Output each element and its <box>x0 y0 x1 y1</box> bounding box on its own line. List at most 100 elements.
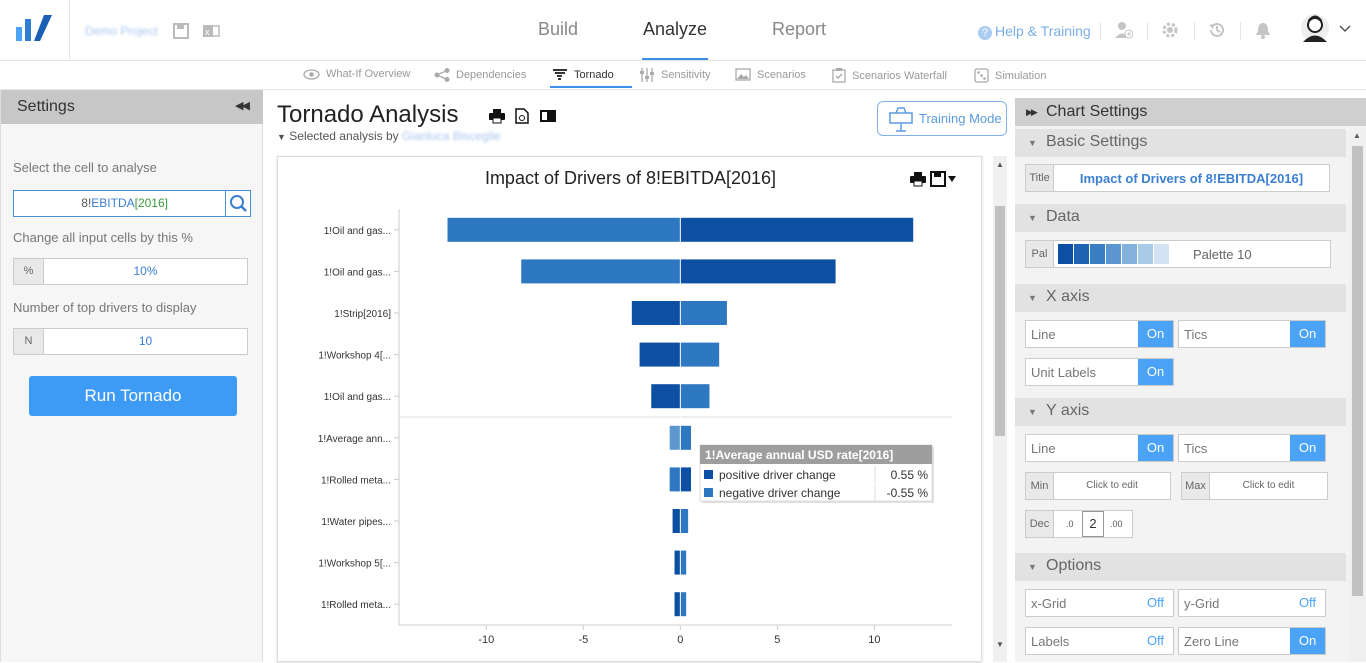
excel-icon[interactable]: x <box>202 22 220 40</box>
section-basic-settings[interactable]: ▼ Basic Settings <box>1015 129 1346 157</box>
subnav-what-if-overview[interactable]: What-If Overview <box>303 68 410 80</box>
nav-analyze[interactable]: Analyze <box>643 19 707 40</box>
nav-report[interactable]: Report <box>772 19 826 40</box>
toggle-value[interactable]: On <box>1138 321 1173 347</box>
settings-panel: Settings ◀◀ Select the cell to analyse 8… <box>0 90 263 662</box>
settings-scroll-thumb[interactable] <box>1352 146 1363 596</box>
labels-toggle[interactable]: Labels Off <box>1025 627 1174 655</box>
expand-icon[interactable]: ▶▶ <box>1026 107 1038 118</box>
tooltip-row-label: positive driver change <box>719 468 836 482</box>
palette-swatch <box>1106 244 1121 264</box>
palette-swatch <box>1138 244 1153 264</box>
drivers-count-field[interactable]: N 10 <box>13 328 248 355</box>
print-icon[interactable] <box>489 109 505 124</box>
subnav-label: Dependencies <box>456 69 527 81</box>
presentation-icon <box>889 107 913 132</box>
chevron-down-icon[interactable] <box>1339 25 1351 33</box>
run-tornado-button[interactable]: Run Tornado <box>29 376 237 416</box>
search-button[interactable] <box>225 190 251 217</box>
toggle-value[interactable]: On <box>1290 628 1325 654</box>
section-options[interactable]: ▼ Options <box>1015 553 1346 581</box>
chart-save-menu-icon[interactable] <box>930 171 956 187</box>
increase-decimals-button[interactable]: .00 <box>1110 519 1123 529</box>
project-name[interactable]: Demo Project <box>85 24 158 38</box>
export-doc-icon[interactable] <box>515 108 529 124</box>
y-min-field[interactable]: Min Click to edit <box>1025 472 1171 500</box>
training-mode-button[interactable]: Training Mode <box>877 101 1007 136</box>
y-grid-toggle[interactable]: y-Grid Off <box>1178 589 1326 617</box>
subnav-tornado[interactable]: Tornado <box>552 68 614 82</box>
subnav-scenarios-waterfall[interactable]: Scenarios Waterfall <box>832 68 947 83</box>
bar-positive <box>674 592 681 617</box>
decrease-decimals-button[interactable]: .0 <box>1066 519 1074 529</box>
settings-scrollbar[interactable]: ▲ <box>1349 128 1366 662</box>
subnav-simulation[interactable]: Simulation <box>974 68 1046 83</box>
section-data[interactable]: ▼ Data <box>1015 204 1346 232</box>
x-tick-label: 10 <box>868 634 880 646</box>
section-x-axis[interactable]: ▼ X axis <box>1015 284 1346 312</box>
subnav-label: Scenarios Waterfall <box>852 69 947 82</box>
y-line-toggle[interactable]: Line On <box>1025 434 1174 462</box>
tornado-icon <box>553 69 567 80</box>
x-line-toggle[interactable]: Line On <box>1025 320 1174 348</box>
field-value: 10 <box>138 334 153 348</box>
bar-negative <box>521 259 681 284</box>
toggle-value[interactable]: On <box>1290 321 1325 347</box>
y-max-field[interactable]: Max Click to edit <box>1181 472 1328 500</box>
toggle-value[interactable]: On <box>1138 435 1173 461</box>
selected-analysis-by[interactable]: ▼ Selected analysis by Gianluca Biscegli… <box>277 129 501 143</box>
y-tick-label: 1!Rolled meta... <box>321 600 391 611</box>
subnav-label: Scenarios <box>757 68 806 81</box>
decimals-stepper[interactable]: Dec .0 2 .00 <box>1025 510 1133 538</box>
center-scroll-thumb[interactable] <box>995 206 1005 436</box>
avatar[interactable] <box>1300 13 1330 43</box>
help-label: Help & Training <box>995 23 1091 39</box>
palette-select[interactable]: Pal Palette 10 <box>1025 240 1331 268</box>
decimals-value[interactable]: 2 <box>1082 511 1104 537</box>
section-y-axis[interactable]: ▼ Y axis <box>1015 398 1346 426</box>
subnav-active-indicator <box>550 86 632 88</box>
gear-icon[interactable] <box>1161 21 1179 39</box>
subnav-label: What-If Overview <box>326 68 411 80</box>
title-field[interactable]: Title Impact of Drivers of 8!EBITDA[2016… <box>1025 164 1330 192</box>
save-icon[interactable] <box>172 22 190 40</box>
x-unit-labels-toggle[interactable]: Unit Labels On <box>1025 358 1174 386</box>
scroll-down-icon[interactable]: ▼ <box>996 640 1004 649</box>
help-training-link[interactable]: ? Help & Training <box>978 23 1091 40</box>
scroll-up-icon[interactable]: ▲ <box>1353 131 1361 140</box>
scroll-up-icon[interactable]: ▲ <box>996 160 1004 169</box>
book-icon[interactable] <box>540 109 556 123</box>
toggle-value[interactable]: Off <box>1290 590 1325 616</box>
bar-positive <box>680 425 692 450</box>
toggle-value[interactable]: On <box>1290 435 1325 461</box>
history-icon[interactable] <box>1208 21 1226 39</box>
bar-positive <box>680 259 836 284</box>
subnav-dependencies[interactable]: Dependencies <box>434 68 526 82</box>
cell-input[interactable]: 8!EBITDA[2016] <box>13 190 226 217</box>
toggle-value[interactable]: Off <box>1138 628 1173 654</box>
subnav-sensitivity[interactable]: Sensitivity <box>639 68 711 82</box>
zero-line-toggle[interactable]: Zero Line On <box>1178 627 1326 655</box>
tooltip-swatch <box>704 488 713 497</box>
subnav-scenarios[interactable]: Scenarios <box>735 68 806 81</box>
app-logo-icon[interactable] <box>14 13 54 43</box>
palette-swatch <box>1058 244 1073 264</box>
add-user-icon[interactable] <box>1115 21 1133 39</box>
x-grid-toggle[interactable]: x-Grid Off <box>1025 589 1174 617</box>
collapse-icon[interactable]: ◀◀ <box>235 99 250 112</box>
toggle-value[interactable]: Off <box>1138 590 1173 616</box>
tornado-chart: 1!Oil and gas... 1!Oil and gas... 1!Strip[… <box>318 209 952 646</box>
subnav-label: Simulation <box>995 69 1047 82</box>
chart-container: Impact of Drivers of 8!EBITDA[2016] 1!Oi… <box>277 156 982 662</box>
y-tics-toggle[interactable]: Tics On <box>1178 434 1326 462</box>
nav-build[interactable]: Build <box>538 19 578 40</box>
chart-print-icon[interactable] <box>910 172 926 187</box>
x-tics-toggle[interactable]: Tics On <box>1178 320 1326 348</box>
bell-icon[interactable] <box>1254 21 1272 39</box>
change-percent-field[interactable]: % 10% <box>13 258 248 285</box>
svg-text:x: x <box>205 27 210 37</box>
bar-positive <box>680 467 692 492</box>
toggle-value[interactable]: On <box>1138 359 1173 385</box>
bar-negative <box>680 301 727 325</box>
center-scrollbar[interactable]: ▲ ▼ <box>993 156 1007 662</box>
